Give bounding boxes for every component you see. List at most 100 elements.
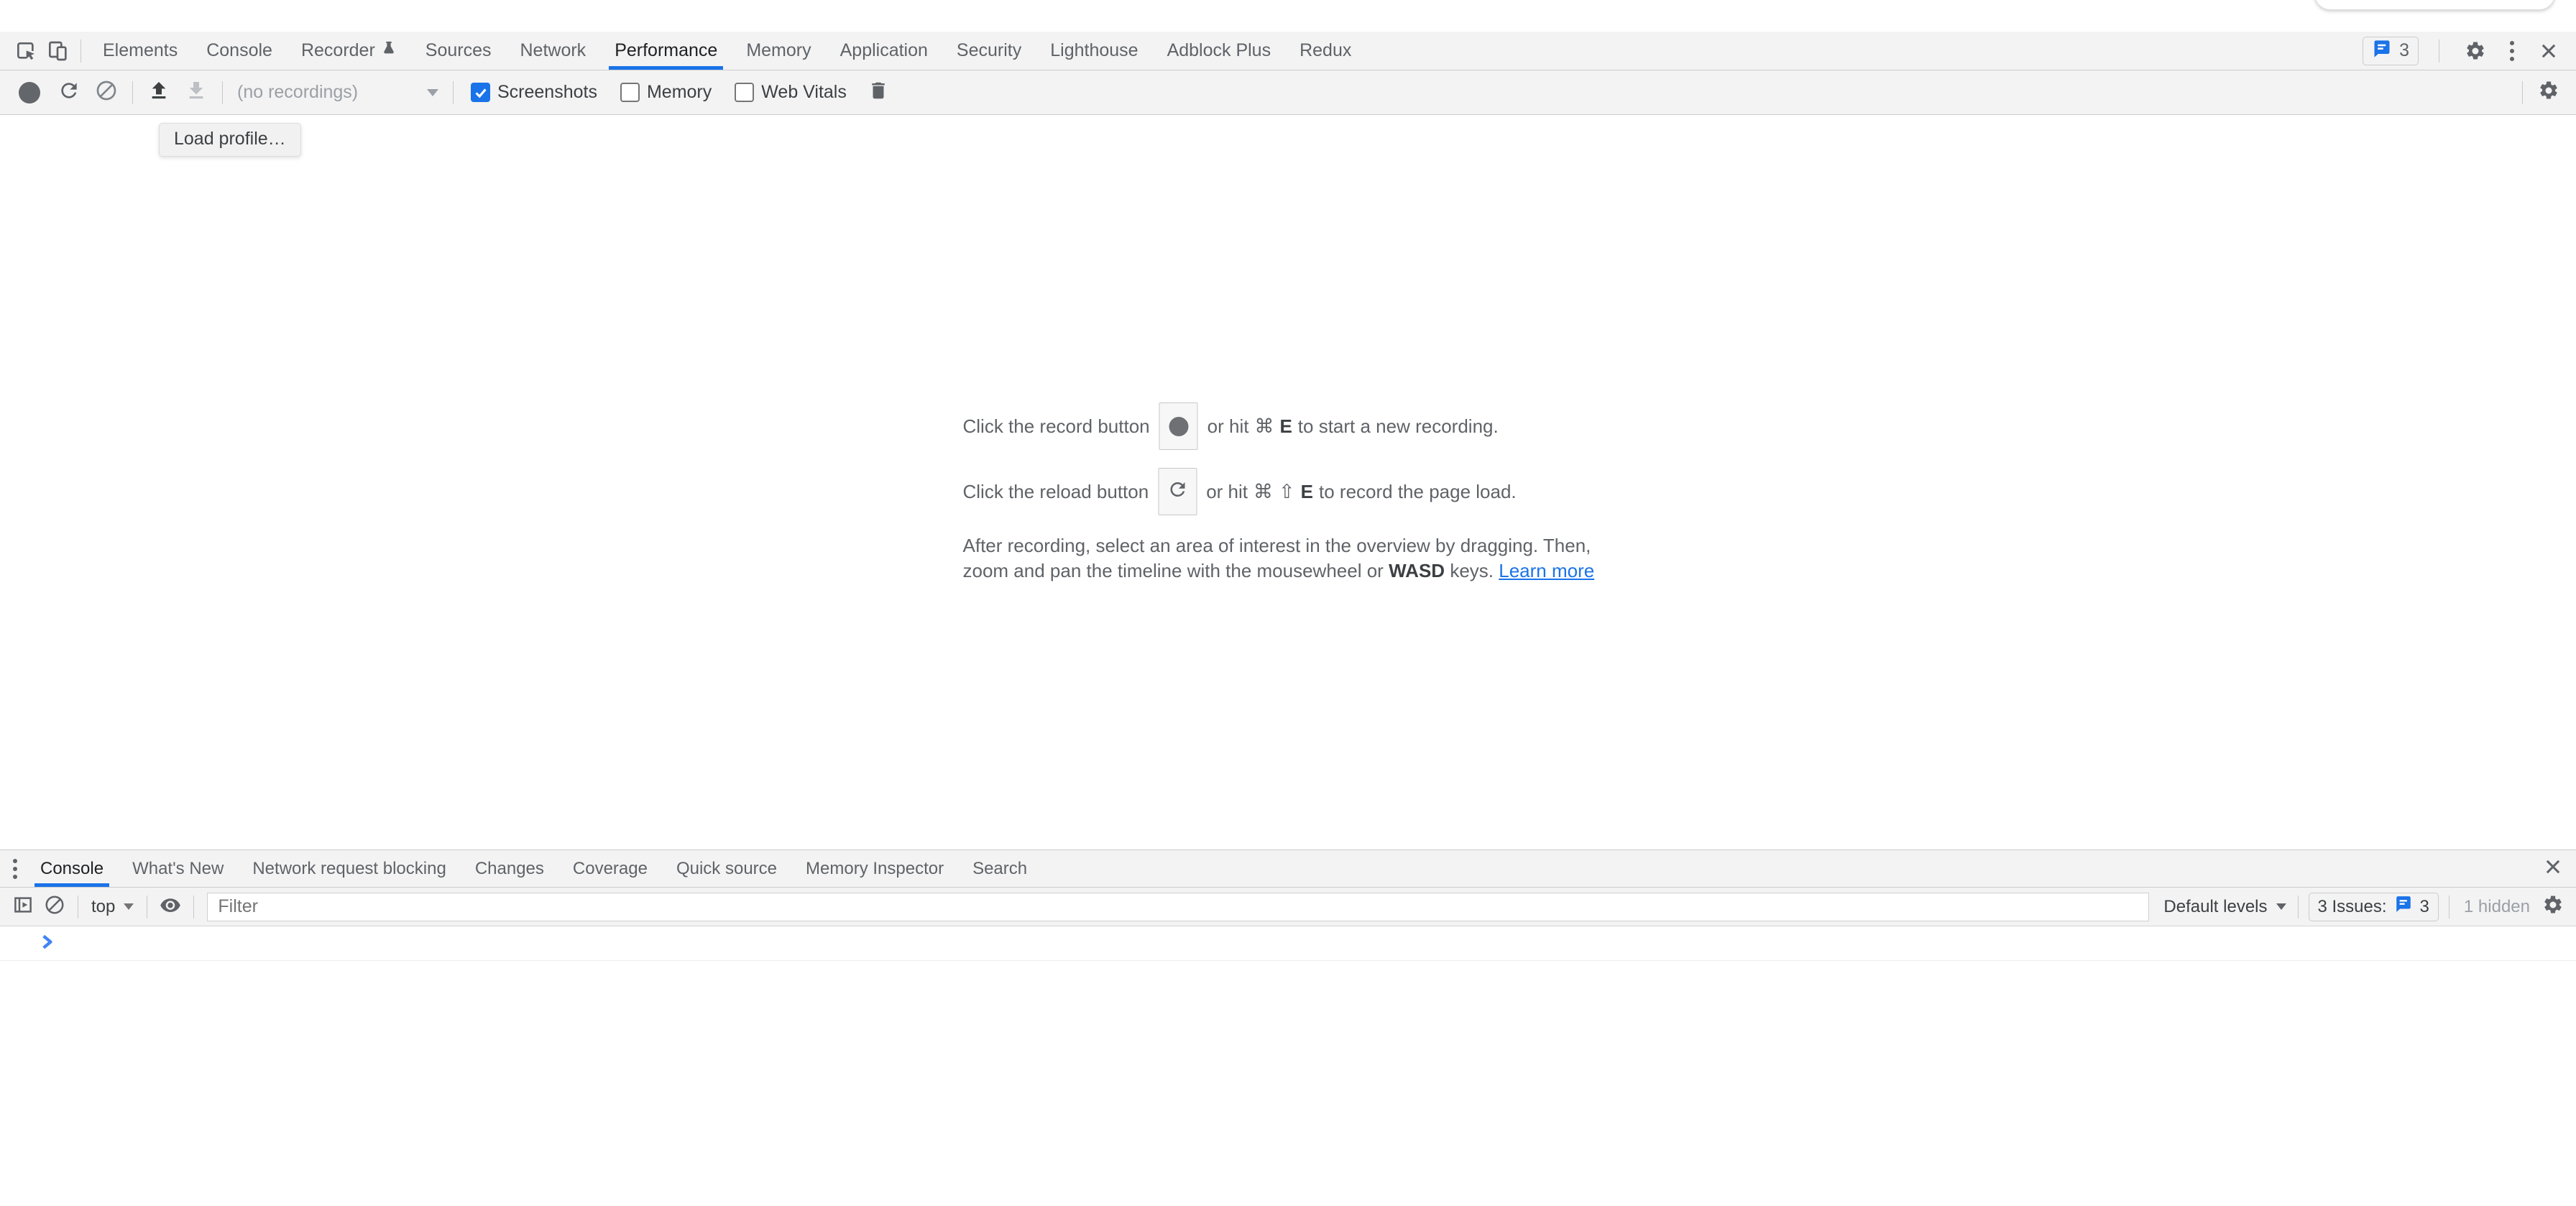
console-sidebar-toggle-button[interactable] — [7, 890, 39, 924]
drawer: Console What's New Network request block… — [0, 850, 2576, 1206]
drawer-tab-quick-source[interactable]: Quick source — [662, 850, 791, 887]
tab-sources[interactable]: Sources — [411, 32, 506, 70]
record-hint-prefix: Click the record button — [963, 415, 1150, 438]
block-icon — [95, 79, 118, 106]
web-vitals-checkbox[interactable] — [735, 83, 754, 102]
tab-label: Performance — [615, 40, 717, 61]
drawer-tab-search[interactable]: Search — [958, 850, 1041, 887]
inline-record-button[interactable] — [1159, 402, 1198, 450]
drawer-tab-changes[interactable]: Changes — [461, 850, 558, 887]
divider — [132, 81, 133, 104]
web-vitals-checkbox-group[interactable]: Web Vitals — [735, 82, 860, 103]
issues-label: 3 Issues: — [2318, 897, 2387, 917]
trash-icon — [868, 80, 889, 105]
console-prompt[interactable] — [0, 926, 2576, 961]
tab-application[interactable]: Application — [826, 32, 942, 70]
reload-hint-line: Click the reload button or hit ⌘ ⇧ E to … — [963, 468, 1614, 515]
close-icon — [2539, 41, 2559, 61]
tab-label: Memory — [746, 40, 811, 61]
tab-label: Coverage — [573, 859, 648, 879]
inline-reload-button[interactable] — [1158, 468, 1197, 515]
divider — [2298, 896, 2299, 919]
inspect-element-button[interactable] — [10, 35, 42, 67]
divider — [193, 896, 194, 919]
tab-elements[interactable]: Elements — [88, 32, 192, 70]
memory-checkbox-group[interactable]: Memory — [620, 82, 724, 103]
drawer-menu-button[interactable] — [4, 859, 26, 879]
clear-recordings-button[interactable] — [88, 75, 125, 110]
screenshots-checkbox-group[interactable]: Screenshots — [471, 82, 610, 103]
browser-strip — [0, 0, 2576, 32]
gear-icon — [2538, 80, 2559, 105]
device-toolbar-button[interactable] — [42, 35, 73, 67]
learn-more-link[interactable]: Learn more — [1499, 560, 1594, 581]
tab-performance[interactable]: Performance — [600, 32, 732, 70]
console-issues-button[interactable]: 3 Issues: 3 — [2309, 893, 2439, 921]
drawer-tab-memory-inspector[interactable]: Memory Inspector — [791, 850, 958, 887]
screenshots-checkbox[interactable] — [471, 83, 490, 102]
divider — [453, 81, 454, 104]
tab-label: Security — [957, 40, 1021, 61]
performance-panel-body: Load profile… Click the record button or… — [0, 115, 2576, 850]
console-toolbar: top Default levels 3 Issues: — [0, 888, 2576, 926]
prompt-chevron-icon — [37, 932, 56, 954]
load-profile-button[interactable] — [140, 75, 178, 110]
tab-label: Console — [206, 40, 272, 61]
memory-label: Memory — [647, 82, 712, 103]
record-dot-icon — [1169, 417, 1188, 436]
log-levels-select[interactable]: Default levels — [2159, 897, 2290, 917]
tab-label: What's New — [132, 859, 224, 879]
tab-console[interactable]: Console — [192, 32, 287, 70]
tab-security[interactable]: Security — [942, 32, 1036, 70]
recordings-select[interactable]: (no recordings) — [230, 77, 446, 109]
console-filter-input[interactable] — [207, 893, 2149, 921]
record-hint-suffix: or hit ⌘ E to start a new recording. — [1208, 415, 1499, 438]
device-toolbar-icon — [46, 40, 69, 63]
tab-label: Lighthouse — [1050, 40, 1138, 61]
load-profile-tooltip: Load profile… — [159, 123, 301, 157]
drawer-tabbar: Console What's New Network request block… — [0, 850, 2576, 888]
after-recording-paragraph: After recording, select an area of inter… — [963, 533, 1614, 584]
issues-counter-button[interactable]: 3 — [2363, 37, 2419, 65]
tab-recorder[interactable]: Recorder — [287, 32, 411, 70]
save-profile-button[interactable] — [178, 75, 215, 110]
live-expression-button[interactable] — [155, 890, 186, 924]
tab-label: Changes — [475, 859, 544, 879]
download-icon — [185, 79, 208, 106]
drawer-tab-console[interactable]: Console — [26, 850, 118, 887]
tab-redux[interactable]: Redux — [1285, 32, 1366, 70]
reload-and-record-button[interactable] — [50, 75, 88, 110]
tab-adblock-plus[interactable]: Adblock Plus — [1153, 32, 1286, 70]
tab-label: Recorder — [301, 40, 375, 61]
drawer-tab-whats-new[interactable]: What's New — [118, 850, 238, 887]
drawer-tab-coverage[interactable]: Coverage — [558, 850, 662, 887]
console-messages-area[interactable] — [0, 961, 2576, 1206]
memory-checkbox[interactable] — [620, 83, 640, 102]
close-devtools-button[interactable] — [2533, 35, 2564, 67]
upload-icon — [147, 79, 170, 106]
divider — [80, 40, 81, 63]
tab-label: Memory Inspector — [806, 859, 944, 879]
javascript-context-select[interactable]: top — [86, 897, 139, 917]
tab-lighthouse[interactable]: Lighthouse — [1036, 32, 1152, 70]
devtools-tabbar: Elements Console Recorder Sources Networ… — [0, 32, 2576, 70]
console-settings-button[interactable] — [2537, 890, 2569, 924]
close-drawer-button[interactable] — [2543, 857, 2563, 880]
garbage-collect-button[interactable] — [860, 75, 897, 110]
drawer-tab-network-request-blocking[interactable]: Network request blocking — [238, 850, 460, 887]
web-vitals-label: Web Vitals — [761, 82, 847, 103]
hidden-messages-label: 1 hidden — [2464, 897, 2530, 917]
clear-console-button[interactable] — [39, 890, 70, 924]
tab-label: Redux — [1300, 40, 1351, 61]
tab-label: Network — [520, 40, 586, 61]
shortcut-key: E — [1279, 415, 1292, 438]
chevron-down-icon — [124, 903, 134, 910]
settings-button[interactable] — [2460, 35, 2491, 67]
more-options-button[interactable] — [2504, 41, 2520, 61]
record-button[interactable] — [19, 82, 40, 103]
tab-network[interactable]: Network — [506, 32, 601, 70]
tab-memory[interactable]: Memory — [732, 32, 825, 70]
tabbar-right-controls: 3 — [2363, 35, 2576, 67]
reload-hint-suffix: or hit ⌘ ⇧ E to record the page load. — [1206, 481, 1516, 503]
capture-settings-button[interactable] — [2530, 75, 2567, 110]
